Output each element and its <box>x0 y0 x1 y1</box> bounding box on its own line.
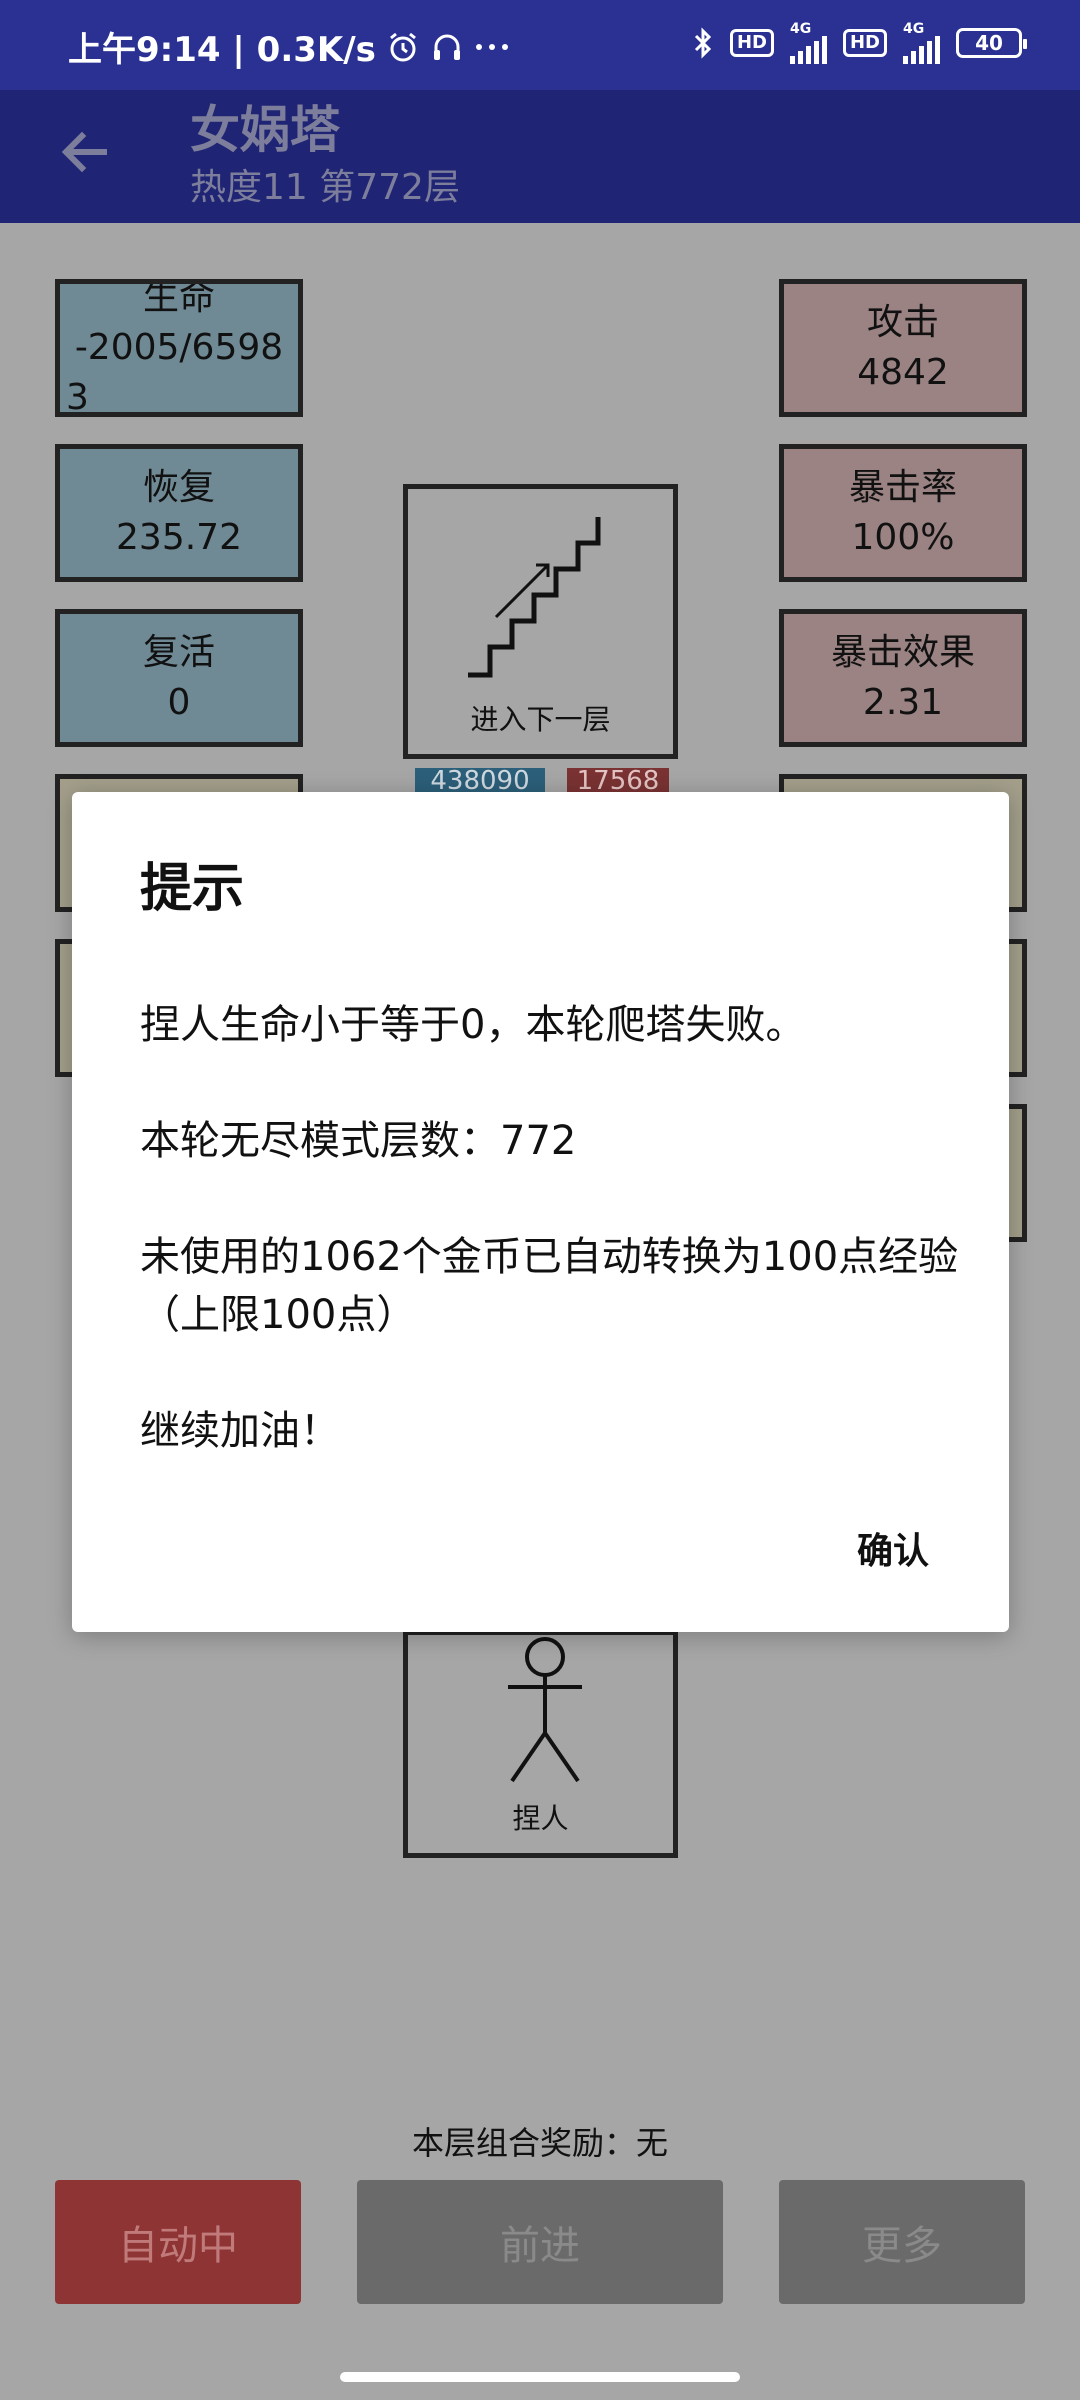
stat-hp-value: -2005/6598 <box>74 327 284 368</box>
stick-figure-icon <box>508 1637 582 1783</box>
more-button[interactable]: 更多 <box>779 2180 1025 2304</box>
battery-level: 40 <box>975 31 1003 55</box>
stat-regen-value: 235.72 <box>116 517 242 558</box>
status-bar: 上午9:14 | 0.3K/s HD 4G HD 4G 40 <box>0 0 1080 90</box>
dialog-title: 提示 <box>140 859 245 919</box>
mini-red-bar: 17568 <box>567 768 669 794</box>
hd-badge-1: HD <box>729 29 774 57</box>
stat-regen-label: 恢复 <box>142 467 215 508</box>
signal-4g-icon-2: 4G <box>903 22 940 64</box>
status-right: HD 4G HD 4G 40 <box>692 21 1027 64</box>
alarm-icon <box>386 30 420 64</box>
player-label: 捏人 <box>512 1802 569 1835</box>
stairs-icon <box>468 517 601 678</box>
network-type-2: 4G <box>903 21 925 37</box>
dialog-line-coins: 未使用的1062个金币已自动转换为100点经验（上限100点） <box>140 1234 959 1338</box>
next-floor-label: 进入下一层 <box>470 703 611 736</box>
more-notifications-icon <box>474 42 510 52</box>
page-subtitle: 热度11 第772层 <box>190 167 460 208</box>
mini-blue-bar: 438090 <box>415 768 545 794</box>
stat-hp: 生命 -2005/6598 3 <box>55 279 303 417</box>
stat-crit-rate: 暴击率 100% <box>779 444 1027 582</box>
dialog-line-cheer: 继续加油！ <box>140 1408 340 1454</box>
stat-crit-damage-value: 2.31 <box>862 682 944 723</box>
alert-dialog: 提示 捏人生命小于等于0，本轮爬塔失败。 本轮无尽模式层数：772 未使用的10… <box>72 792 1009 1632</box>
stat-attack-value: 4842 <box>857 352 949 393</box>
hd-badge-2: HD <box>842 29 887 57</box>
status-left: 上午9:14 | 0.3K/s <box>68 22 510 71</box>
dialog-body: 捏人生命小于等于0，本轮爬塔失败。 本轮无尽模式层数：772 未使用的1062个… <box>140 996 960 1460</box>
stat-attack: 攻击 4842 <box>779 279 1027 417</box>
enemy-mini-bars: 438090 17568 <box>411 764 673 794</box>
back-button[interactable] <box>52 120 116 184</box>
stat-hp-label: 生命 <box>142 279 215 318</box>
page-title: 女娲塔 <box>190 101 340 159</box>
confirm-button[interactable]: 确认 <box>857 1522 929 1574</box>
status-time-speed: 上午9:14 | 0.3K/s <box>68 30 376 70</box>
stat-crit-damage-label: 暴击效果 <box>830 632 975 673</box>
signal-4g-icon-1: 4G <box>789 21 827 64</box>
bluetooth-icon <box>692 27 714 59</box>
arrow-left-icon <box>61 131 107 173</box>
stat-crit-damage: 暴击效果 2.31 <box>779 609 1027 747</box>
stat-regen: 恢复 235.72 <box>55 444 303 582</box>
headset-icon <box>430 30 464 64</box>
stat-crit-rate-label: 暴击率 <box>848 467 957 508</box>
next-floor-card[interactable]: 进入下一层 <box>403 484 678 759</box>
auto-button[interactable]: 自动中 <box>55 2180 301 2304</box>
stat-revive-value: 0 <box>167 682 191 723</box>
forward-button[interactable]: 前进 <box>357 2180 723 2304</box>
stat-revive-label: 复活 <box>142 632 215 673</box>
floor-bonus-text: 本层组合奖励：无 <box>411 2124 668 2162</box>
stat-crit-rate-value: 100% <box>851 517 955 558</box>
stat-revive: 复活 0 <box>55 609 303 747</box>
app-bar: 女娲塔 热度11 第772层 <box>0 90 1080 223</box>
battery-icon: 40 <box>956 28 1027 58</box>
network-type-1: 4G <box>789 21 812 37</box>
dialog-line-floors: 本轮无尽模式层数：772 <box>140 1118 577 1164</box>
player-card[interactable]: 捏人 <box>403 1630 678 1858</box>
stat-attack-label: 攻击 <box>866 302 939 343</box>
home-indicator[interactable] <box>340 2372 740 2382</box>
dialog-line-fail: 捏人生命小于等于0，本轮爬塔失败。 <box>140 1002 806 1048</box>
stat-hp-value-extra: 3 <box>66 377 89 417</box>
